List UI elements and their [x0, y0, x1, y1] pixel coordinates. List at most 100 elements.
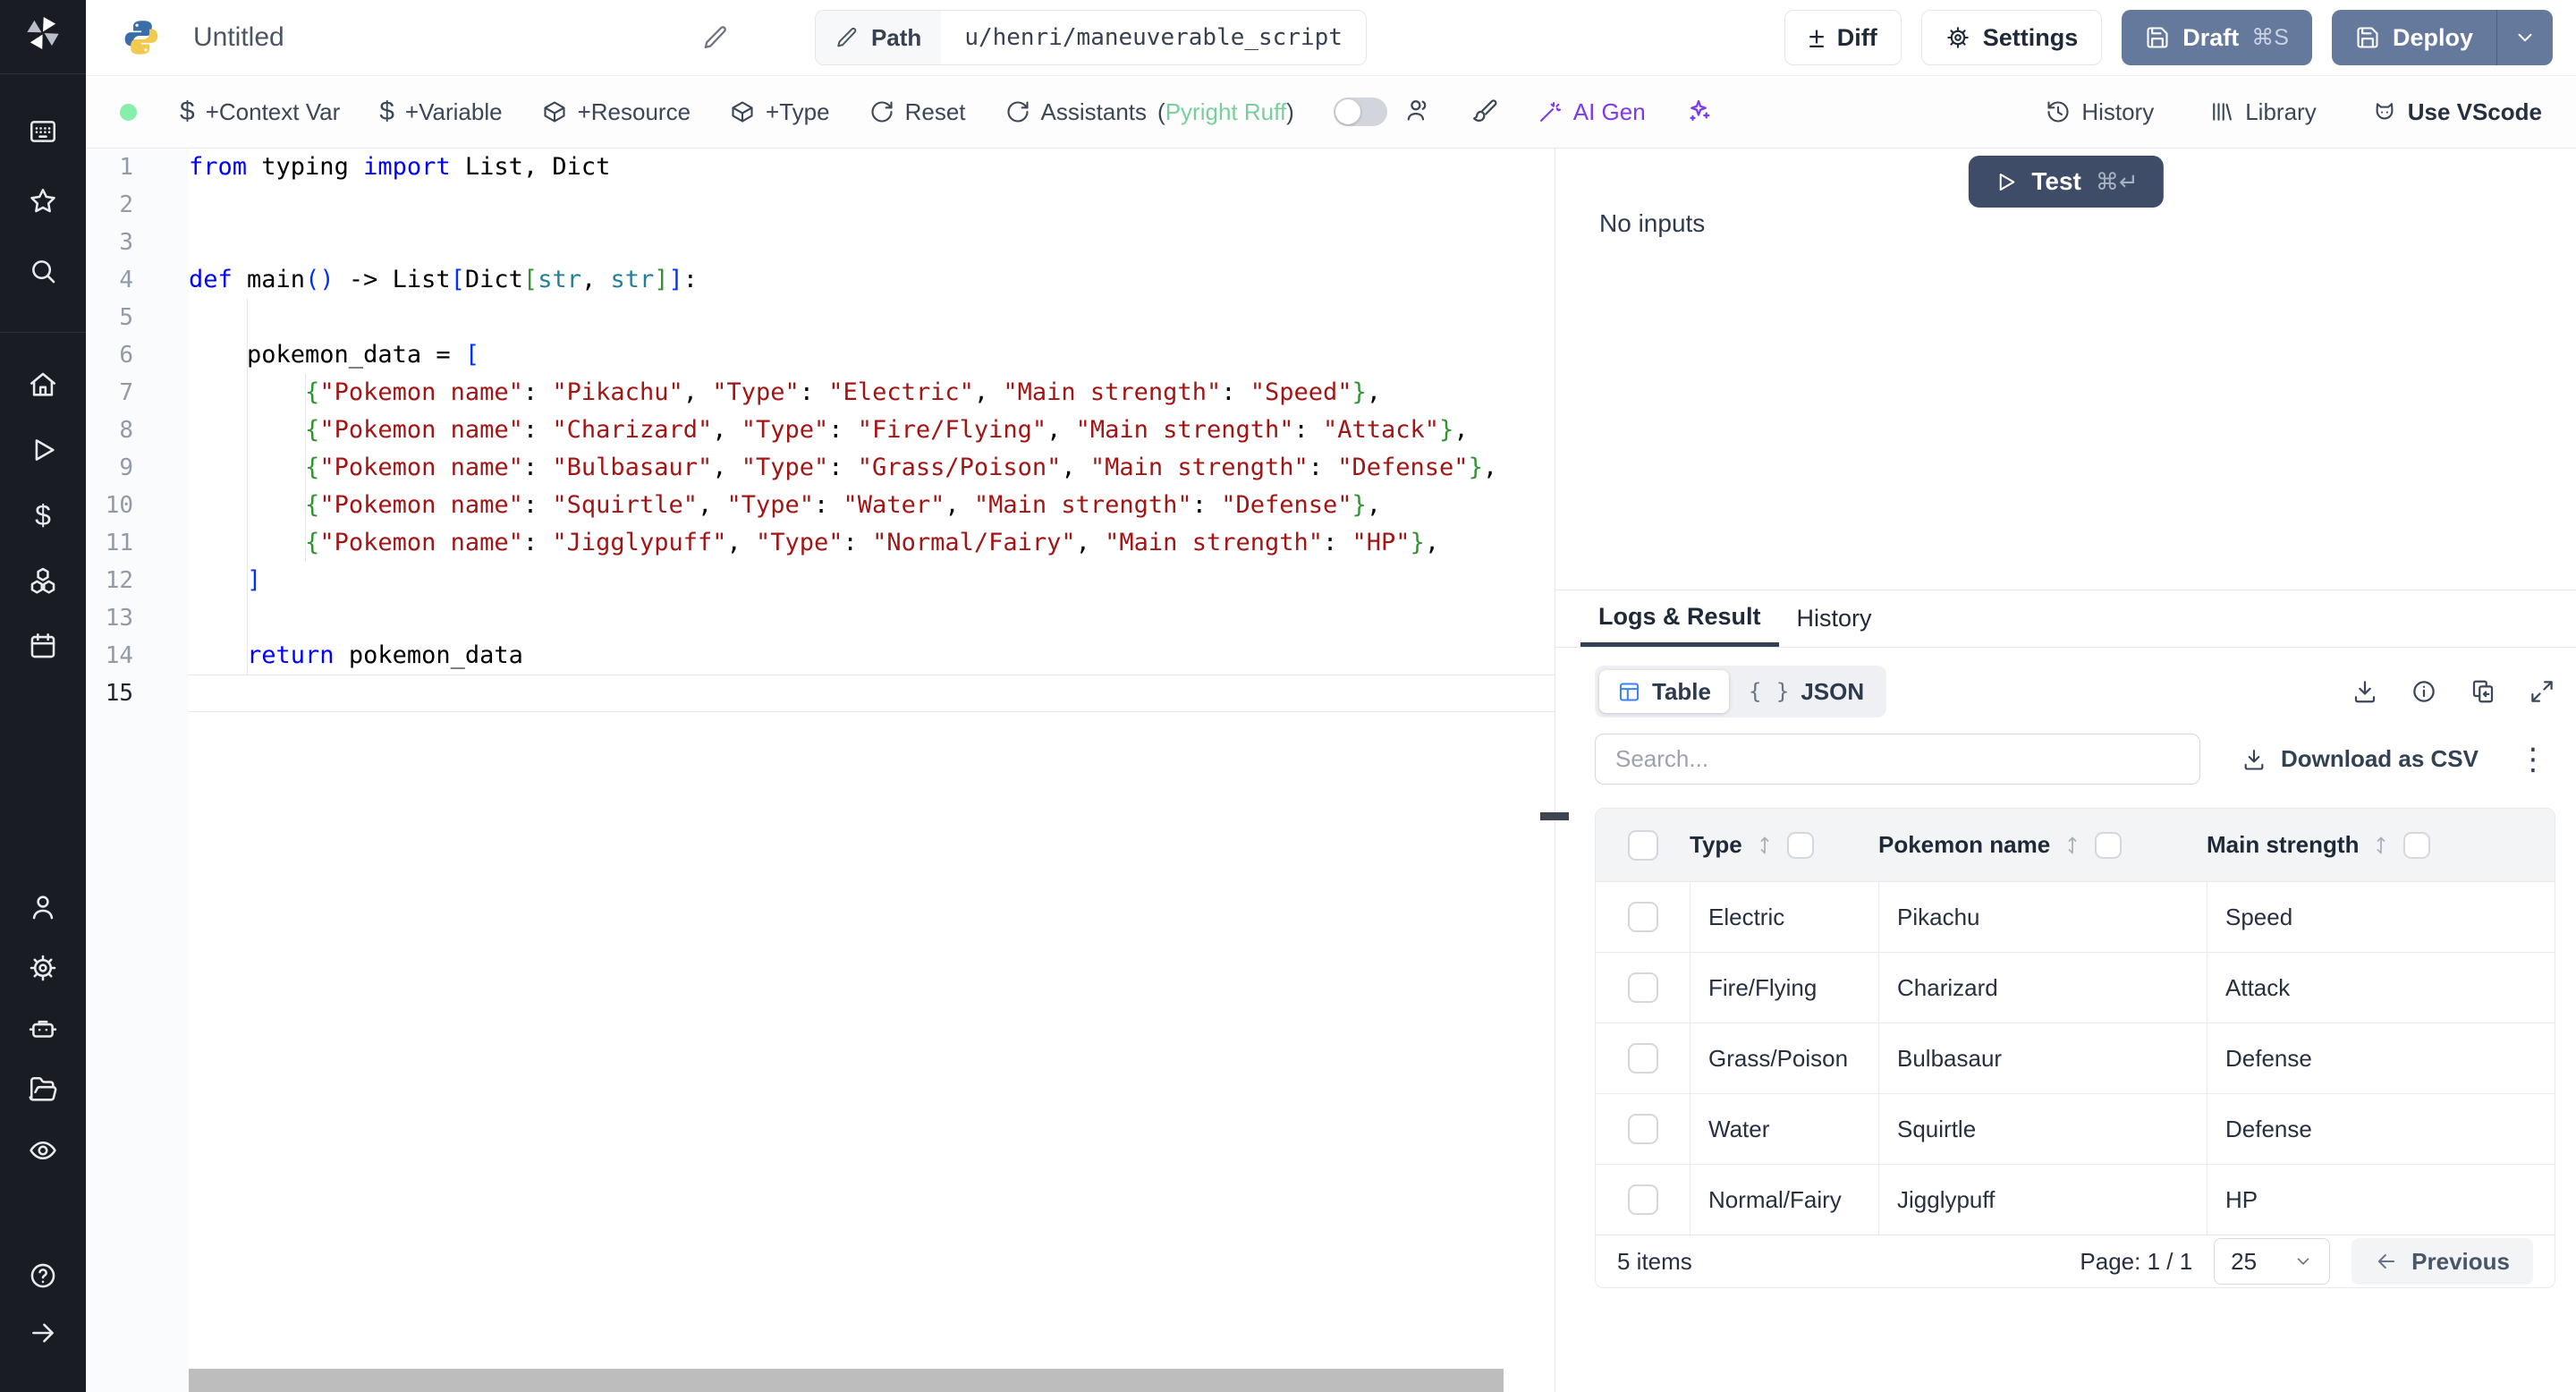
pane-resize-handle[interactable] [1540, 812, 1569, 820]
line-number: 12 [105, 567, 133, 594]
search-input[interactable] [1595, 734, 2200, 785]
code-line[interactable]: pokemon_data = [ [189, 336, 1555, 374]
table-row: Water Squirtle Defense [1596, 1093, 2555, 1164]
sort-icon[interactable] [2370, 835, 2392, 856]
library-button[interactable]: Library [2209, 98, 2317, 126]
sidebar-item-resources[interactable] [0, 564, 86, 597]
line-number: 14 [105, 642, 133, 669]
copy-clipboard-icon[interactable] [2470, 678, 2496, 705]
view-json-button[interactable]: { } JSON [1731, 670, 1882, 713]
code-line[interactable]: return pokemon_data [189, 637, 1555, 675]
code-line[interactable]: from typing import List, Dict [189, 149, 1555, 186]
dollar-icon: $ [379, 97, 394, 126]
sidebar-item-folders[interactable] [0, 1074, 86, 1106]
package-icon [542, 99, 567, 124]
code-line[interactable]: {"Pokemon name": "Bulbasaur", "Type": "G… [189, 449, 1555, 487]
expand-icon[interactable] [2529, 678, 2555, 705]
add-type-button[interactable]: +Type [730, 98, 830, 126]
multiplayer-button[interactable] [1405, 97, 1432, 128]
reset-button[interactable]: Reset [869, 98, 966, 126]
column-filter-checkbox[interactable] [2403, 831, 2431, 859]
line-number: 3 [119, 229, 133, 256]
test-button[interactable]: Test ⌘↵ [1968, 156, 2164, 208]
code-line[interactable] [189, 224, 1555, 261]
sidebar-item-help[interactable] [0, 1260, 86, 1292]
code-line[interactable]: ] [189, 562, 1555, 599]
status-dot [120, 103, 137, 121]
dollar-icon: $ [35, 498, 51, 531]
column-filter-checkbox[interactable] [2095, 831, 2123, 859]
previous-page-button[interactable]: Previous [2351, 1238, 2533, 1285]
row-checkbox[interactable] [1627, 1184, 1658, 1215]
code-line[interactable] [189, 675, 1555, 712]
add-context-var-button[interactable]: $ +Context Var [180, 97, 340, 127]
python-logo-icon [122, 18, 161, 57]
code-line[interactable] [189, 599, 1555, 637]
sidebar-item-search[interactable] [0, 255, 86, 287]
sidebar-expand-button[interactable] [0, 1317, 86, 1349]
page-size-select[interactable]: 25 [2214, 1238, 2331, 1285]
code-line[interactable] [189, 186, 1555, 224]
sidebar-item-settings[interactable] [0, 952, 86, 984]
table-menu-button[interactable]: ⋮ [2518, 744, 2548, 775]
code-editor[interactable]: 1 2 3 4 5 6 7 8 9 10 11 12 13 14 15 from typing import… [86, 149, 1569, 1392]
view-table-button[interactable]: Table [1599, 670, 1729, 713]
assistant-toggle[interactable] [1333, 98, 1387, 126]
download-csv-button[interactable]: Download as CSV [2241, 745, 2479, 773]
draft-button[interactable]: Draft ⌘S [2122, 10, 2312, 65]
sidebar-item-audit-logs[interactable] [0, 1134, 86, 1167]
horizontal-scrollbar-thumb[interactable] [189, 1369, 1504, 1392]
sort-icon[interactable] [2062, 835, 2083, 856]
sidebar-item-runs[interactable] [0, 434, 86, 466]
sidebar-item-workers[interactable] [0, 1013, 86, 1045]
deploy-split-button: Deploy [2331, 10, 2553, 65]
code-line[interactable] [189, 299, 1555, 336]
path-field[interactable]: Path u/henri/maneuverable_script [814, 10, 1367, 65]
code-line[interactable]: {"Pokemon name": "Squirtle", "Type": "Wa… [189, 487, 1555, 524]
column-header: Type [1690, 831, 1878, 859]
ai-sparkles-button[interactable] [1685, 97, 1712, 128]
table-cell: Fire/Flying [1690, 953, 1878, 1023]
add-variable-button[interactable]: $ +Variable [379, 97, 502, 127]
sidebar-item-users[interactable] [0, 891, 86, 923]
header-checkbox[interactable] [1627, 829, 1658, 861]
code-line[interactable]: {"Pokemon name": "Charizard", "Type": "F… [189, 412, 1555, 449]
code-line[interactable]: {"Pokemon name": "Pikachu", "Type": "Ele… [189, 374, 1555, 412]
sidebar-item-home[interactable] [0, 369, 86, 401]
history-button[interactable]: History [2046, 98, 2154, 126]
tab-logs-result[interactable]: Logs & Result [1580, 590, 1779, 647]
play-icon [1993, 170, 2017, 194]
use-vscode-button[interactable]: Use VScode [2372, 98, 2542, 126]
deploy-button[interactable]: Deploy [2332, 10, 2496, 65]
format-button[interactable] [1471, 97, 1498, 128]
edit-title-pencil-icon[interactable] [702, 24, 729, 51]
sort-icon[interactable] [1754, 835, 1775, 856]
library-icon [2209, 99, 2234, 124]
add-resource-button[interactable]: +Resource [542, 98, 691, 126]
search-icon [28, 256, 58, 286]
assistants-button[interactable]: Assistants (Pyright Ruff) [1005, 98, 1294, 126]
row-checkbox[interactable] [1627, 1114, 1658, 1144]
settings-button[interactable]: Settings [1920, 10, 2103, 65]
windmill-logo-icon[interactable] [22, 13, 64, 54]
line-number: 1 [119, 154, 133, 181]
column-filter-checkbox[interactable] [1786, 831, 1814, 859]
table-body: Electric Pikachu Speed Fire/Flying Charizard… [1596, 881, 2555, 1235]
vscode-cat-icon [2372, 99, 2397, 124]
deploy-dropdown-button[interactable] [2497, 10, 2553, 65]
code-line[interactable]: {"Pokemon name": "Jigglypuff", "Type": "… [189, 524, 1555, 562]
info-icon[interactable] [2411, 678, 2437, 705]
sidebar-item-variables[interactable]: $ [0, 499, 86, 531]
sidebar-item-schedules[interactable] [0, 630, 86, 662]
sidebar-item-favorites[interactable] [0, 185, 86, 217]
ai-gen-button[interactable]: AI Gen [1538, 98, 1646, 126]
diff-button[interactable]: ± Diff [1784, 10, 1902, 65]
tab-history[interactable]: History [1779, 590, 1890, 647]
sidebar-item-apps[interactable] [0, 115, 86, 148]
row-checkbox[interactable] [1627, 1043, 1658, 1074]
code-line[interactable]: def main() -> List[Dict[str, str]]: [189, 261, 1555, 299]
save-icon [2355, 25, 2380, 50]
download-result-icon[interactable] [2351, 678, 2378, 705]
row-checkbox[interactable] [1627, 902, 1658, 932]
row-checkbox[interactable] [1627, 972, 1658, 1003]
